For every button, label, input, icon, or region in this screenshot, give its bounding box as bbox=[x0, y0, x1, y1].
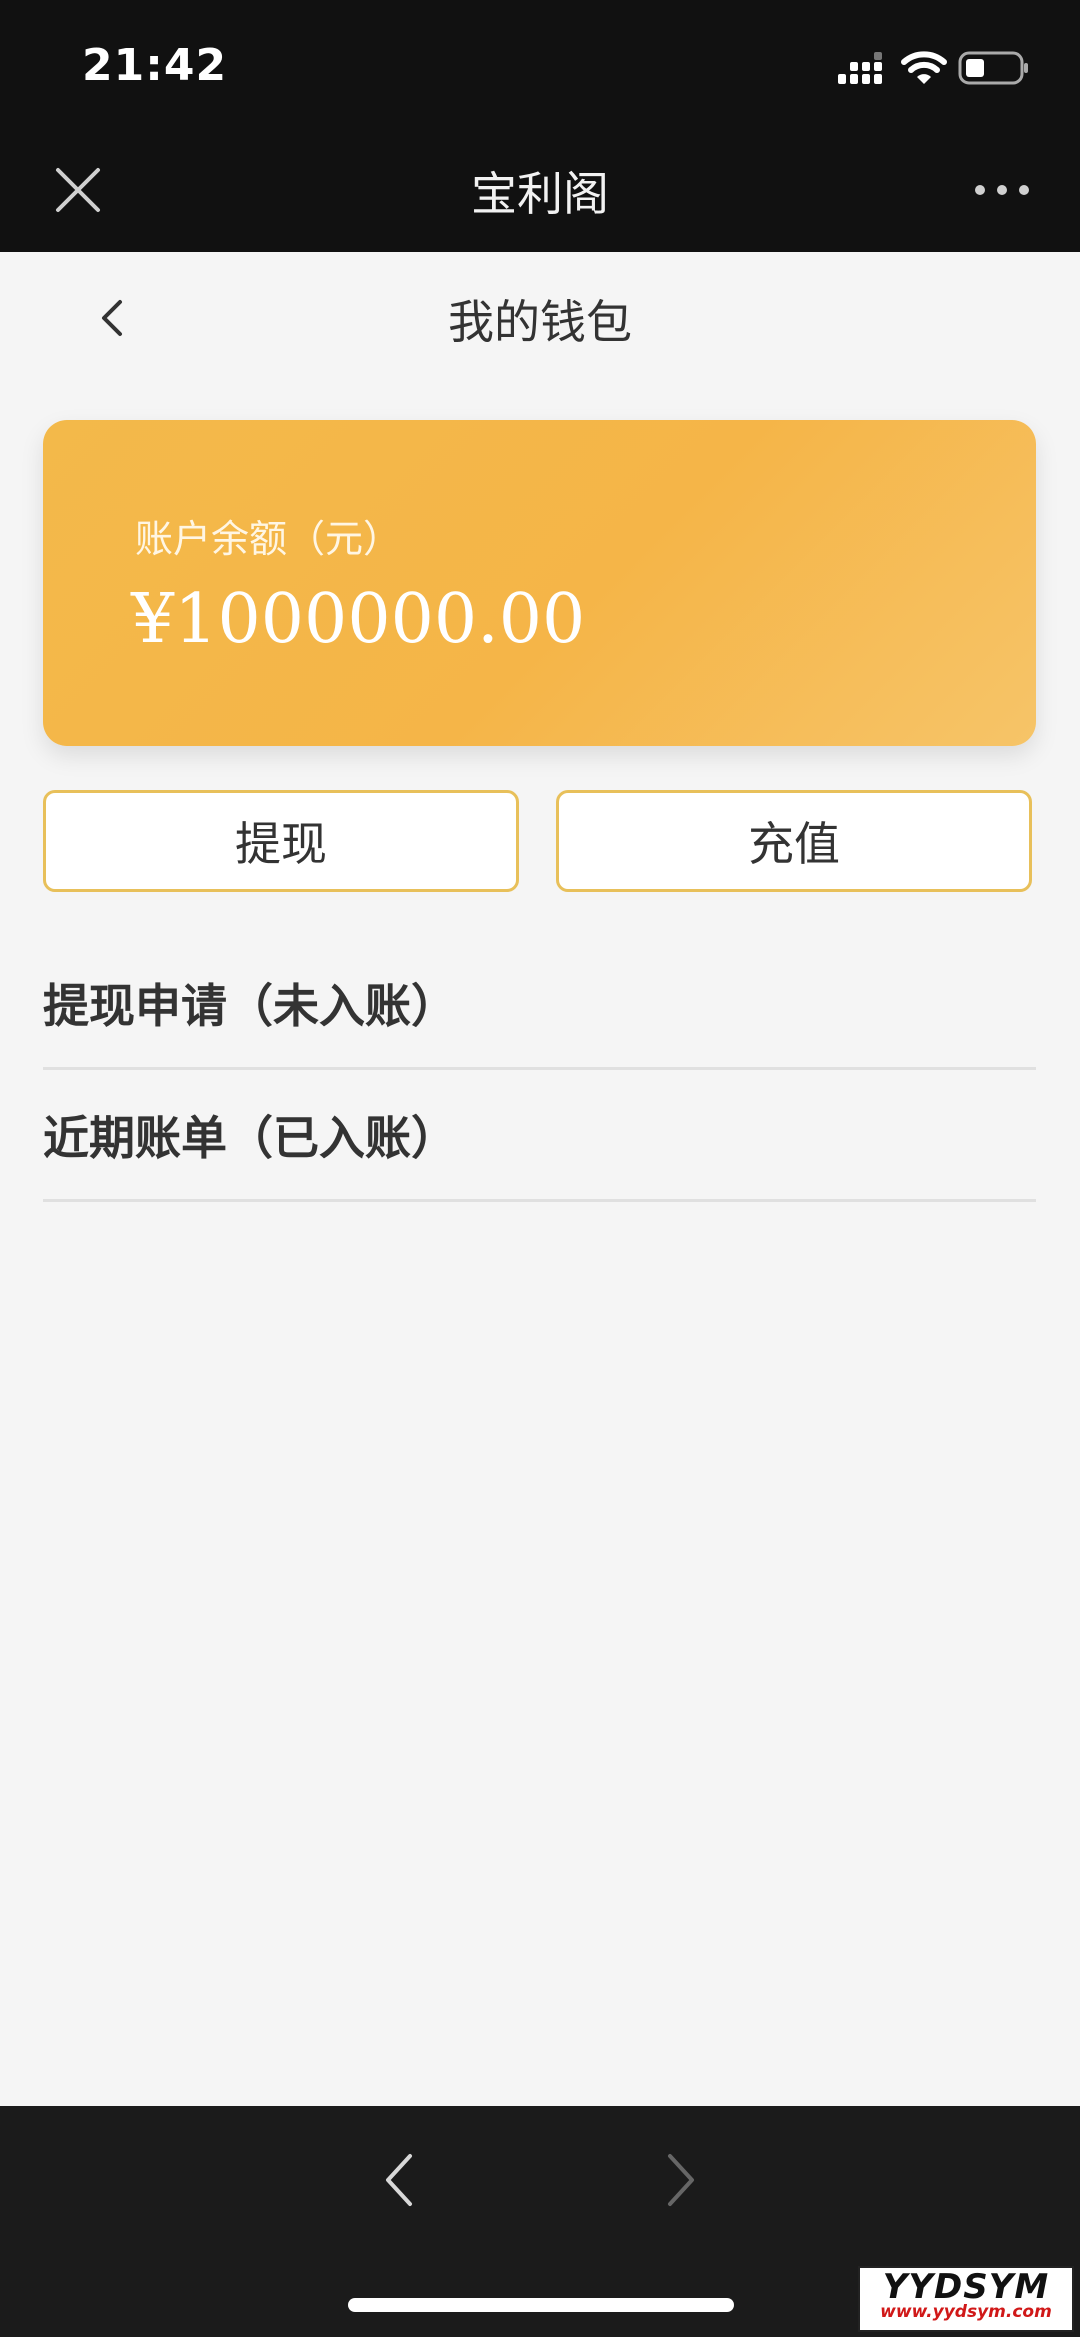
recent-bills-item[interactable]: 近期账单（已入账） bbox=[43, 1070, 1036, 1202]
status-bar: 21:42 bbox=[0, 0, 1080, 130]
watermark-url: www.yydsym.com bbox=[880, 2302, 1052, 2322]
page-title: 我的钱包 bbox=[448, 295, 632, 349]
withdraw-requests-item[interactable]: 提现申请（未入账） bbox=[43, 938, 1036, 1070]
battery-icon bbox=[958, 51, 1028, 85]
withdraw-button[interactable]: 提现 bbox=[43, 790, 519, 892]
status-time: 21:42 bbox=[82, 40, 228, 91]
miniapp-navbar: 宝利阁 bbox=[0, 130, 1080, 252]
nav-back-icon[interactable] bbox=[380, 2148, 420, 2212]
balance-card: 账户余额（元） ¥1000000.00 bbox=[43, 420, 1036, 746]
watermark-logo: YYDSYM www.yydsym.com bbox=[858, 2266, 1074, 2332]
cellular-signal-icon bbox=[838, 52, 882, 84]
miniapp-title: 宝利阁 bbox=[471, 167, 609, 221]
balance-label: 账户余额（元） bbox=[135, 517, 402, 561]
page-header: 我的钱包 bbox=[0, 252, 1080, 382]
recharge-button[interactable]: 充值 bbox=[556, 790, 1032, 892]
balance-amount: ¥1000000.00 bbox=[131, 580, 586, 659]
watermark-brand: YYDSYM bbox=[882, 2267, 1050, 2307]
wifi-icon bbox=[901, 51, 947, 84]
home-indicator[interactable] bbox=[348, 2298, 734, 2312]
more-dots-icon[interactable] bbox=[972, 178, 1032, 202]
nav-forward-icon bbox=[668, 2154, 694, 2206]
